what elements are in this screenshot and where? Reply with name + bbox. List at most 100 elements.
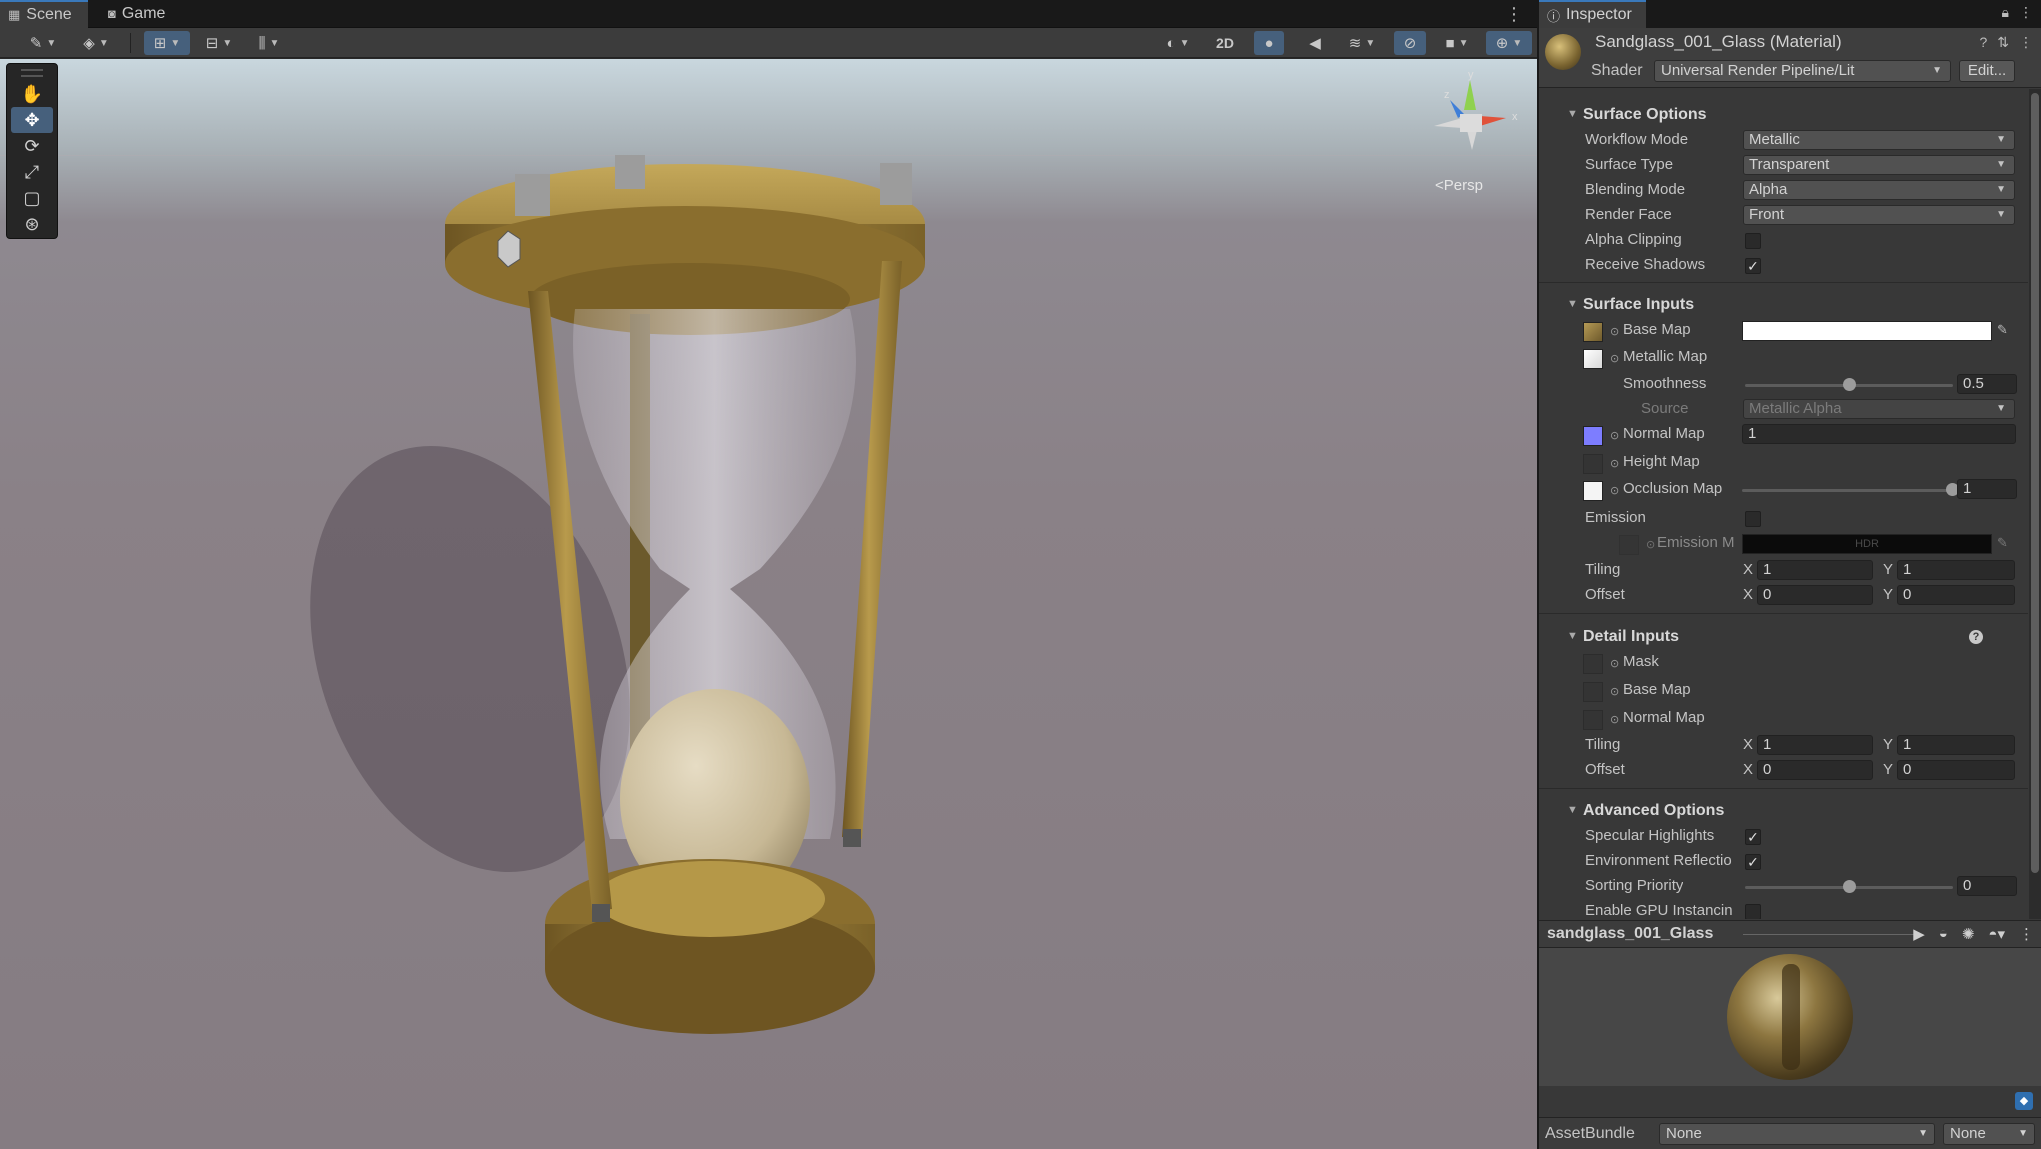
object-picker-icon[interactable]: ⊙ — [1610, 685, 1619, 698]
tab-inspector[interactable]: ⓘ Inspector — [1539, 0, 1646, 28]
detail-tiling-y-field[interactable]: 1 — [1897, 735, 2015, 755]
preview-sphere-icon[interactable]: ◓▾ — [1988, 925, 2005, 943]
emission-checkbox[interactable] — [1745, 511, 1761, 527]
gpu-instancing-checkbox[interactable] — [1745, 904, 1761, 919]
detail-offset-x-field[interactable]: 0 — [1757, 760, 1873, 780]
lighting-toggle[interactable]: ● — [1254, 31, 1284, 55]
inspector-scrollbar[interactable] — [2029, 89, 2041, 919]
occlusion-value-field[interactable]: 1 — [1957, 479, 2017, 499]
detail-mask-texture-slot[interactable] — [1583, 654, 1603, 674]
scale-tool[interactable]: ⤢ — [11, 159, 53, 185]
preview-header[interactable]: sandglass_001_Glass ▶ ◒ ✺ ◓▾ ⋮ — [1539, 920, 2041, 948]
smoothness-value-field[interactable]: 0.5 — [1957, 374, 2017, 394]
asset-bundle-name-dropdown[interactable]: None ▼ — [1659, 1123, 1935, 1145]
camera-button[interactable]: ■ ▼ — [1434, 31, 1480, 55]
detail-tiling-x-field[interactable]: 1 — [1757, 735, 1873, 755]
kebab-menu-icon[interactable]: ⋮ — [2019, 4, 2033, 21]
label-tag-icon[interactable]: ◆ — [2015, 1092, 2033, 1110]
hourglass-model[interactable] — [0, 59, 1537, 1149]
asset-bundle-variant-dropdown[interactable]: None ▼ — [1943, 1123, 2035, 1145]
presets-icon[interactable]: ⇅ — [1997, 34, 2009, 51]
source-dropdown[interactable]: Metallic Alpha ▼ — [1743, 399, 2015, 419]
render-face-dropdown[interactable]: Front ▼ — [1743, 205, 2015, 225]
sorting-priority-slider-handle[interactable] — [1843, 880, 1856, 893]
object-picker-icon[interactable]: ⊙ — [1610, 457, 1619, 470]
emission-color-field[interactable]: HDR — [1742, 534, 1992, 554]
transform-tool[interactable]: ⊛ — [11, 211, 53, 237]
tiling-x-field[interactable]: 1 — [1757, 560, 1873, 580]
detail-base-map-texture-slot[interactable] — [1583, 682, 1603, 702]
object-picker-icon[interactable]: ⊙ — [1610, 429, 1619, 442]
increment-snap-button[interactable]: ⫼ ▼ — [246, 31, 292, 55]
lights-icon[interactable]: ✺ — [1962, 925, 1975, 943]
offset-x-field[interactable]: 0 — [1757, 585, 1873, 605]
effects-button[interactable]: ≋ ▼ — [1340, 31, 1384, 55]
tiling-y-field[interactable]: 1 — [1897, 560, 2015, 580]
occlusion-map-texture-slot[interactable] — [1583, 481, 1603, 501]
object-picker-icon[interactable]: ⊙ — [1610, 325, 1619, 338]
lock-icon[interactable]: 🔒︎ — [2002, 4, 2009, 21]
draw-mode-button[interactable]: ✎ ▼ — [22, 31, 64, 55]
object-picker-icon[interactable]: ⊙ — [1610, 657, 1619, 670]
section-advanced-options[interactable]: ▼ Advanced Options — [1539, 800, 2028, 824]
preview-mesh-icon[interactable]: ◒ — [1939, 925, 1948, 943]
normal-scale-field[interactable]: 1 — [1742, 424, 2016, 444]
object-picker-icon[interactable]: ⊙ — [1610, 352, 1619, 365]
specular-highlights-checkbox[interactable]: ✓ — [1745, 829, 1761, 845]
normal-map-texture-slot[interactable] — [1583, 426, 1603, 446]
scrollbar-thumb[interactable] — [2031, 93, 2039, 873]
offset-y-field[interactable]: 0 — [1897, 585, 2015, 605]
alpha-clipping-checkbox[interactable] — [1745, 233, 1761, 249]
emission-map-texture-slot[interactable] — [1619, 535, 1639, 555]
rect-tool[interactable]: ▢ — [11, 185, 53, 211]
detail-offset-y-field[interactable]: 0 — [1897, 760, 2015, 780]
grid-snap-button[interactable]: ⊞ ▼ — [144, 31, 190, 55]
tab-game[interactable]: ◙ Game — [100, 0, 175, 28]
eyedropper-icon[interactable]: ✎ — [1997, 535, 2008, 551]
object-picker-icon[interactable]: ⊙ — [1610, 484, 1619, 497]
workflow-mode-dropdown[interactable]: Metallic ▼ — [1743, 130, 2015, 150]
tab-scene[interactable]: ▦ Scene — [0, 0, 88, 28]
height-map-texture-slot[interactable] — [1583, 454, 1603, 474]
base-map-texture-slot[interactable] — [1583, 322, 1603, 342]
object-picker-icon[interactable]: ⊙ — [1610, 713, 1619, 726]
audio-toggle[interactable]: ◀ — [1300, 31, 1330, 55]
help-icon[interactable]: ? — [1969, 630, 1983, 644]
occlusion-slider[interactable] — [1742, 489, 1952, 492]
context-menu-icon[interactable]: ⋮ — [2019, 34, 2033, 51]
eyedropper-icon[interactable]: ✎ — [1997, 322, 2008, 338]
render-mode-button[interactable]: ◈ ▼ — [74, 31, 118, 55]
base-color-field[interactable] — [1742, 321, 1992, 341]
mode-2d-button[interactable]: 2D — [1208, 31, 1242, 55]
section-surface-inputs[interactable]: ▼ Surface Inputs — [1539, 294, 2028, 318]
surface-type-dropdown[interactable]: Transparent ▼ — [1743, 155, 2015, 175]
shader-dropdown[interactable]: Universal Render Pipeline/Lit ▼ — [1654, 60, 1951, 82]
tool-palette-grip[interactable] — [21, 69, 43, 77]
section-surface-options[interactable]: ▼ Surface Options — [1539, 104, 2028, 128]
orientation-gizmo[interactable]: y x z — [1420, 69, 1530, 170]
preview-menu-icon[interactable]: ⋮ — [2019, 925, 2034, 943]
tab-menu-icon[interactable]: ⋮ — [1505, 4, 1523, 25]
help-icon[interactable]: ? — [1979, 34, 1987, 51]
smoothness-slider-handle[interactable] — [1843, 378, 1856, 391]
section-detail-inputs[interactable]: ▼ Detail Inputs ? — [1539, 626, 2028, 650]
hidden-objects-toggle[interactable]: ⊘ — [1394, 31, 1426, 55]
sorting-priority-value-field[interactable]: 0 — [1957, 876, 2017, 896]
move-tool[interactable]: ✥ — [11, 107, 53, 133]
projection-label[interactable]: <Persp — [1435, 177, 1483, 194]
scene-viewport[interactable] — [0, 59, 1537, 1149]
detail-normal-map-texture-slot[interactable] — [1583, 710, 1603, 730]
material-preview[interactable] — [1539, 948, 2041, 1086]
environment-reflections-checkbox[interactable]: ✓ — [1745, 854, 1761, 870]
grid-visibility-button[interactable]: ⊟ ▼ — [196, 31, 242, 55]
object-picker-icon[interactable]: ⊙ — [1646, 538, 1655, 551]
hand-tool[interactable]: ✋ — [11, 81, 53, 107]
shading-mode-button[interactable]: ◐ ▼ — [1156, 31, 1200, 55]
play-icon[interactable]: ▶ — [1913, 925, 1925, 943]
receive-shadows-checkbox[interactable]: ✓ — [1745, 258, 1761, 274]
blending-mode-dropdown[interactable]: Alpha ▼ — [1743, 180, 2015, 200]
metallic-map-texture-slot[interactable] — [1583, 349, 1603, 369]
gizmos-button[interactable]: ⊕ ▼ — [1486, 31, 1532, 55]
rotate-tool[interactable]: ⟳ — [11, 133, 53, 159]
edit-shader-button[interactable]: Edit... — [1959, 60, 2015, 82]
